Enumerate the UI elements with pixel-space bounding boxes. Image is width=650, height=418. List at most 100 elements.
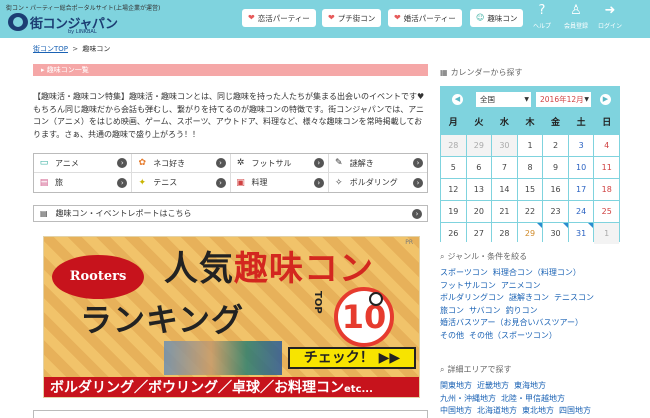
- calendar-day[interactable]: 2: [543, 135, 568, 156]
- calendar-day[interactable]: 12: [441, 179, 466, 200]
- calendar-day[interactable]: 20: [466, 201, 492, 222]
- calendar-day[interactable]: 19: [441, 201, 466, 222]
- event-report-link[interactable]: ▤ 趣味コン・イベントレポートはこちら ›: [33, 205, 428, 222]
- ranking-banner[interactable]: PR Rooters 人気趣味コン ランキング TOP 10 チェック！ ▶▶ …: [43, 236, 420, 398]
- sidebar-link[interactable]: 四国地方: [559, 406, 591, 415]
- sidebar-link[interactable]: 釣りコン: [506, 306, 538, 315]
- sidebar-link[interactable]: 料理合コン（料理コン）: [493, 268, 581, 277]
- intro-text: 【趣味活・趣味コン特集】趣味活・趣味コンとは、同じ趣味を持った人たちが集まる出会…: [33, 92, 425, 139]
- calendar-day[interactable]: 27: [466, 223, 492, 244]
- area-heading: ⌕ 詳細エリアで探す: [440, 365, 512, 374]
- chevron-right-icon: ›: [117, 177, 128, 188]
- register-button[interactable]: ♙ 会員登録: [562, 3, 590, 35]
- calendar-day[interactable]: 21: [492, 201, 517, 222]
- sidebar-link[interactable]: 婚活バスツアー（お見合いバスツアー）: [440, 318, 583, 327]
- category-travel[interactable]: ▤ 旅 ›: [34, 173, 133, 192]
- chevron-down-icon: ▼: [584, 96, 589, 103]
- category-cat-lovers[interactable]: ✿ ネコ好き ›: [132, 154, 231, 173]
- category-label: フットサル: [251, 158, 292, 168]
- calendar-day[interactable]: 29: [517, 223, 543, 244]
- calendar-day[interactable]: 30: [543, 223, 568, 244]
- calendar-day[interactable]: 23: [543, 201, 568, 222]
- calendar-day[interactable]: 14: [492, 179, 517, 200]
- sidebar-link[interactable]: サバコン: [469, 306, 501, 315]
- sidebar-link[interactable]: その他（スポーツコン）: [469, 331, 557, 340]
- help-button[interactable]: ? ヘルプ: [528, 3, 556, 35]
- calendar-day[interactable]: 28: [492, 223, 517, 244]
- calendar-day[interactable]: 7: [492, 157, 517, 178]
- section-title: 趣味コン一覧: [46, 66, 89, 74]
- category-anime[interactable]: ▭ アニメ ›: [34, 154, 133, 173]
- banner-top-label: TOP: [312, 291, 323, 314]
- calendar-day[interactable]: 24: [568, 201, 594, 222]
- sidebar-link[interactable]: 九州・沖縄地方: [440, 394, 496, 403]
- region-select[interactable]: 全国 ▼: [476, 92, 531, 107]
- calendar-day[interactable]: 31: [568, 223, 594, 244]
- calendar-day[interactable]: 3: [568, 135, 594, 156]
- calendar-day[interactable]: 22: [517, 201, 543, 222]
- calendar-day[interactable]: 9: [543, 157, 568, 178]
- sidebar-link[interactable]: テニスコン: [554, 293, 594, 302]
- calendar-day[interactable]: 26: [441, 223, 466, 244]
- sidebar-link[interactable]: 旅コン: [440, 306, 464, 315]
- nav-konkatsu-party[interactable]: ❤ 婚活パーティー: [388, 9, 462, 27]
- prev-month-button[interactable]: ◀: [452, 94, 463, 105]
- nav-shumicon[interactable]: ☺ 趣味コン: [470, 9, 524, 27]
- sidebar-link[interactable]: 関東地方: [440, 381, 472, 390]
- site-header: 街コン・パーティー総合ポータルサイト(上場企業が運営) 街コンジャパン by L…: [0, 0, 650, 38]
- next-month-button[interactable]: ▶: [600, 94, 611, 105]
- category-mystery[interactable]: ✎ 謎解き ›: [328, 154, 427, 173]
- category-label: 旅: [55, 178, 63, 187]
- help-icon: ?: [538, 3, 546, 18]
- month-select[interactable]: 2016年12月 ▼: [536, 92, 591, 107]
- calendar-weekday: 火: [466, 113, 492, 134]
- calendar-day[interactable]: 5: [441, 157, 466, 178]
- sidebar-link[interactable]: 東北地方: [522, 406, 554, 415]
- calendar-widget: ◀ 全国 ▼ 2016年12月 ▼ ▶ 月火水木金土日 28 29 30 1 2 3 4 5 6 7 8 9…: [440, 86, 620, 244]
- calendar-day[interactable]: 17: [568, 179, 594, 200]
- sidebar-link[interactable]: スポーツコン: [440, 268, 488, 277]
- calendar-day[interactable]: 13: [466, 179, 492, 200]
- breadcrumb-home-link[interactable]: 街コンTOP: [33, 45, 68, 53]
- chevron-right-icon: ›: [412, 209, 422, 219]
- sidebar-link[interactable]: 近畿地方: [477, 381, 509, 390]
- calendar-day[interactable]: 4: [594, 135, 619, 156]
- calendar-day[interactable]: 16: [543, 179, 568, 200]
- puzzle-icon: ✎: [334, 158, 343, 168]
- calendar-day[interactable]: 6: [466, 157, 492, 178]
- category-cooking[interactable]: ▣ 料理 ›: [231, 173, 329, 192]
- futsal-icon: ✲: [236, 158, 245, 168]
- sidebar-link[interactable]: 東海地方: [514, 381, 546, 390]
- sidebar-link[interactable]: フットサルコン: [440, 281, 496, 290]
- calendar-day[interactable]: 25: [594, 201, 619, 222]
- category-futsal[interactable]: ✲ フットサル ›: [230, 154, 329, 173]
- sidebar-link[interactable]: その他: [440, 331, 464, 340]
- calendar-day[interactable]: 8: [517, 157, 543, 178]
- nav-label: 趣味コン: [487, 13, 518, 23]
- category-tennis[interactable]: ✦ テニス ›: [132, 173, 231, 192]
- chevron-right-icon: ›: [413, 177, 423, 188]
- sidebar-link[interactable]: ボルダリングコン: [440, 293, 504, 302]
- nav-koikatsu-party[interactable]: ❤ 恋活パーティー: [242, 9, 316, 27]
- calendar-day[interactable]: 1: [517, 135, 543, 156]
- login-button[interactable]: ➜ ログイン: [596, 3, 624, 35]
- calendar-day[interactable]: 11: [594, 157, 619, 178]
- sidebar-link[interactable]: 北海道地方: [477, 406, 517, 415]
- nav-petit-machicon[interactable]: ❤ プチ街コン: [322, 9, 382, 27]
- calendar-weekday: 月: [441, 113, 466, 134]
- sidebar-link[interactable]: アニメコン: [501, 281, 541, 290]
- link-row: その他 その他（スポーツコン）: [440, 330, 599, 343]
- chevron-down-icon: ▼: [524, 96, 529, 103]
- banner-check-button[interactable]: チェック！ ▶▶: [288, 347, 416, 369]
- sidebar-link[interactable]: 北陸・甲信越地方: [501, 394, 565, 403]
- sidebar-link[interactable]: 謎解きコン: [509, 293, 549, 302]
- calendar-day[interactable]: 15: [517, 179, 543, 200]
- calendar-day[interactable]: 10: [568, 157, 594, 178]
- logo-mark-icon[interactable]: [8, 13, 28, 31]
- sidebar-link[interactable]: 中国地方: [440, 406, 472, 415]
- link-row: フットサルコン アニメコン: [440, 280, 599, 293]
- smile-icon: ☺: [476, 13, 485, 22]
- tennis-icon: ✦: [138, 177, 147, 188]
- category-bouldering[interactable]: ✧ ボルダリング ›: [329, 173, 427, 192]
- calendar-day[interactable]: 18: [594, 179, 619, 200]
